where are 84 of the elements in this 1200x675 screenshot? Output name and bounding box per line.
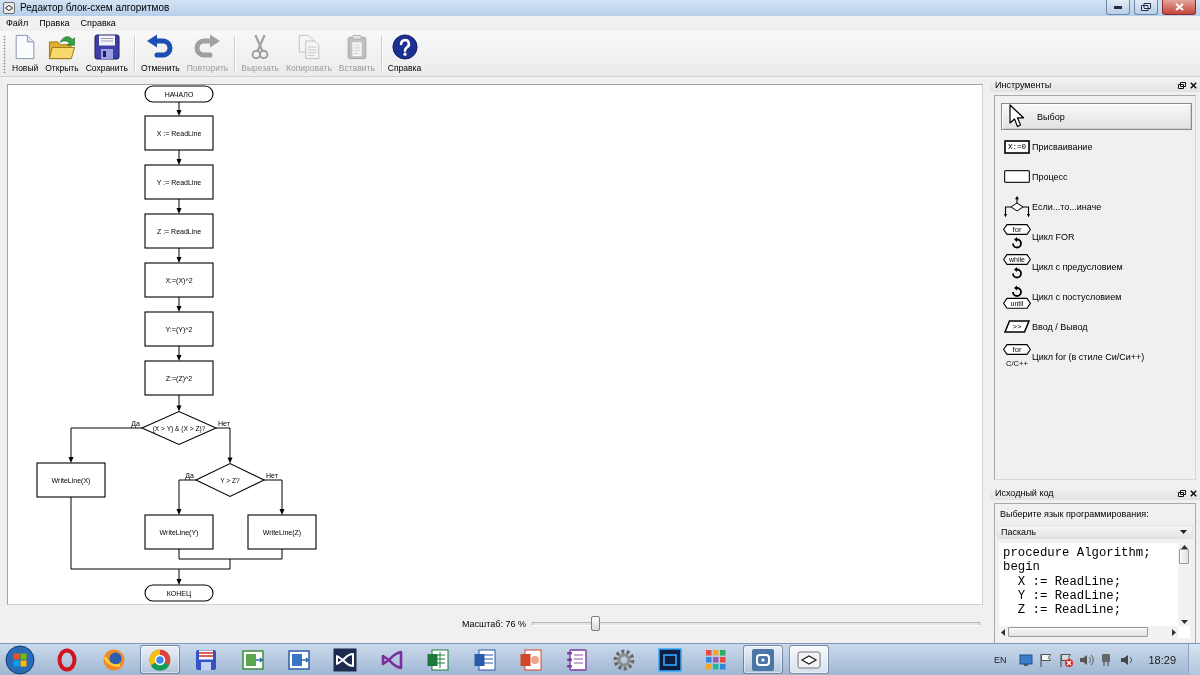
connector-arrow — [176, 479, 197, 515]
code-line: begin — [1003, 560, 1040, 575]
redo-icon — [193, 33, 222, 60]
menu-item[interactable]: Правка — [35, 16, 74, 31]
connector-arrow — [176, 345, 182, 361]
taskbar-button[interactable] — [789, 645, 830, 674]
tile-icon — [240, 647, 265, 672]
left-arrow-icon[interactable] — [1001, 628, 1005, 636]
close-button[interactable] — [1162, 0, 1196, 15]
save-button[interactable]: Сохранить — [83, 32, 130, 75]
diamond-icon — [3, 2, 15, 14]
caret-icon — [1180, 530, 1187, 534]
toolbar-grip[interactable] — [3, 34, 6, 73]
panel-title: Исходный код — [995, 488, 1055, 498]
new-button[interactable]: Новый — [10, 32, 41, 75]
code-line: Y := ReadLine; — [1016, 588, 1122, 604]
language-indicator[interactable]: EN — [993, 654, 1007, 665]
orb-icon — [5, 644, 35, 675]
close-icon[interactable] — [1190, 81, 1197, 89]
alert-flag-icon[interactable] — [1058, 651, 1075, 668]
clock[interactable]: 18:29 — [1148, 653, 1176, 666]
undo-button[interactable]: Отменить — [138, 32, 182, 75]
connector-arrow — [176, 394, 182, 412]
segmented-circle-icon — [147, 647, 172, 672]
restore-button[interactable] — [1134, 0, 1158, 15]
connector-arrow — [176, 101, 182, 116]
folder-icon — [46, 33, 77, 60]
tool-item[interactable]: Выбор — [1001, 103, 1192, 130]
window-title: Редактор блок-схем алгоритмов — [20, 1, 171, 15]
cursor-icon — [1008, 104, 1025, 129]
scrollbar-thumb[interactable] — [1008, 627, 1148, 637]
pages-icon — [296, 33, 321, 60]
loop-icon — [333, 647, 358, 672]
code-line: procedure Algorithm; — [1003, 546, 1151, 561]
grid-icon — [704, 647, 729, 672]
restore-icon[interactable] — [1178, 489, 1186, 497]
tool-item[interactable]: Если...то...иначе — [1001, 193, 1192, 220]
restore-icon[interactable] — [1178, 81, 1186, 89]
language-dropdown[interactable]: Паскаль — [997, 525, 1193, 539]
code-editor[interactable]: procedure Algorithm; begin X := ReadLine; Y := ReadLine; Z := ReadLine; — [999, 543, 1190, 638]
horizontal-scrollbar[interactable] — [999, 626, 1178, 638]
connector-arrow — [176, 568, 182, 585]
connector-arrow — [263, 479, 285, 515]
connector-arrow — [176, 149, 182, 165]
undo-icon — [146, 33, 175, 60]
connector-arrow — [215, 427, 233, 464]
square-tile-icon — [658, 647, 683, 672]
down-arrow-icon[interactable] — [1180, 620, 1188, 624]
slider-thumb[interactable] — [591, 616, 601, 631]
minimize-icon — [1114, 5, 1122, 9]
rectangle-icon — [1003, 170, 1030, 183]
connector-arrow — [176, 247, 182, 263]
tile-icon — [287, 647, 312, 672]
gear-icon — [611, 647, 636, 672]
language-prompt: Выберите язык программирования: — [999, 509, 1150, 520]
tile-icon — [750, 647, 775, 672]
slides-icon — [518, 647, 543, 672]
notebook-icon — [565, 647, 590, 672]
spreadsheet-icon — [426, 647, 451, 672]
menu-item[interactable]: Файл — [2, 16, 33, 31]
scissors-icon — [250, 33, 271, 60]
document-icon — [472, 647, 497, 672]
zoom-label: Масштаб: 76 % — [462, 619, 527, 629]
branch-icon — [1003, 195, 1030, 218]
open-button[interactable]: Открыть — [43, 32, 81, 75]
help-icon — [390, 33, 419, 60]
panel-title: Инструменты — [995, 80, 1053, 90]
globe-icon — [101, 647, 126, 672]
code-line: Z := ReadLine; — [1016, 603, 1122, 618]
right-arrow-icon[interactable] — [1172, 628, 1176, 636]
menu-item[interactable]: Справка — [76, 16, 120, 31]
help-button[interactable]: Справка — [385, 32, 424, 75]
up-arrow-icon[interactable] — [1180, 545, 1188, 549]
minimize-button[interactable] — [1106, 0, 1130, 15]
connector-arrow — [176, 198, 182, 214]
close-icon — [1174, 3, 1184, 11]
tool-item[interactable]: Процесс — [1001, 163, 1192, 190]
connector-arrow — [176, 296, 182, 312]
document-icon — [14, 33, 37, 60]
code-line: X := ReadLine; — [1016, 574, 1122, 589]
scrollbar-thumb[interactable] — [1179, 549, 1189, 564]
monitor-icon[interactable] — [1018, 651, 1035, 668]
restore-icon — [1141, 3, 1151, 11]
close-icon[interactable] — [1190, 489, 1197, 497]
